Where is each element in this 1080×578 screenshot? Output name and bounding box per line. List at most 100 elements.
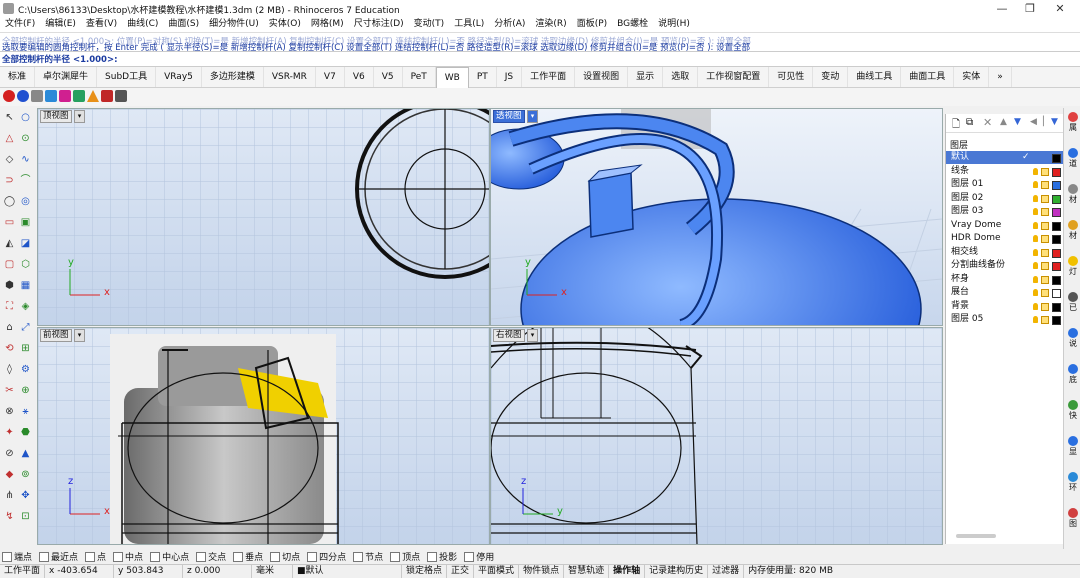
menu-dimension[interactable]: 尺寸标注(D) (349, 17, 409, 32)
osnap-checkbox[interactable]: 停用 (464, 550, 494, 563)
dock-tab-2[interactable]: 道 (1066, 148, 1080, 169)
osnap-checkbox[interactable]: 节点 (353, 550, 383, 563)
visibility-bulb-icon[interactable] (1033, 302, 1038, 310)
lock-icon[interactable] (1041, 275, 1049, 284)
lock-icon[interactable] (1041, 248, 1049, 257)
visibility-bulb-icon[interactable] (1033, 181, 1038, 188)
tool-icon-14[interactable]: ◪ (19, 238, 32, 249)
tool-icon-31[interactable]: ✦ (3, 427, 16, 438)
viewport-menu-chevron-icon[interactable]: ▾ (74, 110, 85, 123)
checkbox-box[interactable] (39, 551, 50, 562)
dock-tab-10[interactable]: 显 (1066, 436, 1080, 457)
tab-solid[interactable]: 实体 (954, 67, 990, 87)
dock-tab-6[interactable]: 已 (1066, 292, 1080, 313)
tool-icon-19[interactable]: ⛶ (3, 301, 16, 312)
panel-scrollbar[interactable] (956, 534, 996, 538)
bottle-icon[interactable] (115, 90, 127, 102)
cone-icon[interactable] (87, 90, 99, 102)
blue-sphere-icon[interactable] (17, 90, 29, 102)
tool-icon-20[interactable]: ◈ (19, 301, 32, 312)
visibility-bulb-icon[interactable] (1033, 167, 1038, 175)
menu-tools[interactable]: 工具(L) (449, 17, 489, 32)
tool-icon-17[interactable]: ⬢ (3, 280, 16, 291)
visibility-bulb-icon[interactable] (1033, 316, 1038, 323)
layer-color-swatch[interactable] (1052, 208, 1061, 217)
tab-polygon-modeling[interactable]: 多边形建模 (202, 67, 264, 87)
tool-icon-37[interactable]: ⋔ (3, 490, 16, 501)
checkbox-box[interactable] (2, 551, 12, 562)
viewport-perspective[interactable]: x y 透视图 ▾ (490, 108, 943, 326)
checkbox-box[interactable] (427, 551, 438, 562)
gear-box-icon[interactable] (31, 90, 43, 102)
menu-subd[interactable]: 细分物件(U) (204, 17, 264, 32)
layer-color-swatch[interactable] (1052, 235, 1061, 244)
tab-set-view[interactable]: 设置视图 (575, 67, 629, 87)
filter-icon[interactable]: ▼ (1051, 117, 1058, 127)
visibility-bulb-icon[interactable] (1033, 194, 1038, 202)
osnap-checkbox[interactable]: 中心点 (150, 550, 189, 563)
menu-help[interactable]: 说明(H) (653, 17, 695, 32)
tab-v6[interactable]: V6 (345, 67, 374, 87)
viewport-title-right[interactable]: 右视图 (493, 329, 525, 342)
tool-icon-29[interactable]: ⊗ (3, 406, 16, 417)
tab-v5[interactable]: V5 (374, 67, 403, 87)
status-cplane[interactable]: 工作平面 (0, 565, 46, 578)
menu-surface[interactable]: 曲面(S) (163, 17, 204, 32)
menu-mesh[interactable]: 网格(M) (306, 17, 349, 32)
tab-v7[interactable]: V7 (316, 67, 345, 87)
tool-icon-27[interactable]: ✂ (3, 385, 16, 396)
viewport-front[interactable]: x z 前视图 ▾ (37, 327, 490, 545)
viewport-title-top[interactable]: 顶视图 (40, 110, 72, 123)
tool-icon-28[interactable]: ⊕ (19, 385, 32, 396)
status-layer[interactable]: ■默认 (293, 565, 403, 578)
layer-color-swatch[interactable] (1052, 275, 1061, 285)
osnap-checkbox[interactable]: 端点 (2, 550, 32, 563)
checkbox-box[interactable] (113, 551, 124, 562)
command-line[interactable]: 全部控制杆的半径 <1.000>: (0, 51, 1080, 67)
close-button[interactable]: ✕ (1040, 0, 1080, 17)
menu-file[interactable]: 文件(F) (0, 17, 40, 32)
new-sublayer-icon[interactable]: ⧉ (966, 117, 973, 128)
tool-icon-15[interactable]: ▢ (3, 259, 16, 270)
new-layer-icon[interactable]: 🗋 (952, 117, 960, 134)
checkbox-box[interactable] (307, 551, 318, 562)
tool-icon-38[interactable]: ✥ (19, 490, 32, 501)
osnap-checkbox[interactable]: 四分点 (307, 550, 346, 563)
osnap-checkbox[interactable]: 垂点 (233, 550, 263, 563)
move-out-icon[interactable]: ◀ (1030, 117, 1037, 127)
layer-row[interactable]: 展台 (946, 286, 1064, 299)
lock-icon[interactable] (1041, 194, 1049, 203)
tool-icon-40[interactable]: ⊡ (19, 511, 32, 522)
tool-icon-9[interactable]: ◯ (3, 196, 16, 207)
tool-icon-12[interactable]: ▣ (19, 217, 32, 228)
layer-row[interactable]: 杯身 (946, 273, 1064, 286)
lock-icon[interactable] (1041, 262, 1049, 270)
menu-solid[interactable]: 实体(O) (264, 17, 306, 32)
osnap-checkbox[interactable]: 顶点 (390, 550, 420, 563)
tool-icon-11[interactable]: ▭ (3, 217, 16, 228)
tool-icon-10[interactable]: ◎ (19, 196, 32, 207)
cylinder-icon[interactable] (59, 90, 71, 102)
move-down-icon[interactable]: ▼ (1014, 117, 1021, 127)
tool-icon-35[interactable]: ◆ (3, 469, 16, 480)
lock-icon[interactable] (1041, 302, 1049, 311)
lock-icon[interactable] (1041, 289, 1049, 297)
tab-pet[interactable]: PeT (403, 67, 436, 87)
status-gumball[interactable]: 操作轴 (609, 565, 646, 578)
visibility-bulb-icon[interactable] (1033, 235, 1038, 242)
checkbox-box[interactable] (233, 551, 244, 562)
checkbox-box[interactable] (270, 551, 281, 562)
tab-transform[interactable]: 变动 (813, 67, 849, 87)
cube-icon[interactable] (45, 90, 57, 102)
layer-color-swatch[interactable] (1052, 262, 1061, 271)
layer-row[interactable]: 默认 ✓ (946, 151, 1064, 164)
layer-row[interactable]: 相交线 (946, 246, 1064, 259)
tab-curve-tools[interactable]: 曲线工具 (848, 67, 902, 87)
layer-row[interactable]: 图层 01 (946, 178, 1064, 191)
dock-tab-9[interactable]: 快 (1066, 400, 1080, 421)
delete-layer-icon[interactable]: ✕ (983, 116, 992, 129)
osnap-checkbox[interactable]: 投影 (427, 550, 457, 563)
layer-color-swatch[interactable] (1052, 194, 1061, 204)
tool-icon-2[interactable]: ○ (19, 112, 32, 123)
menu-analyze[interactable]: 分析(A) (489, 17, 530, 32)
